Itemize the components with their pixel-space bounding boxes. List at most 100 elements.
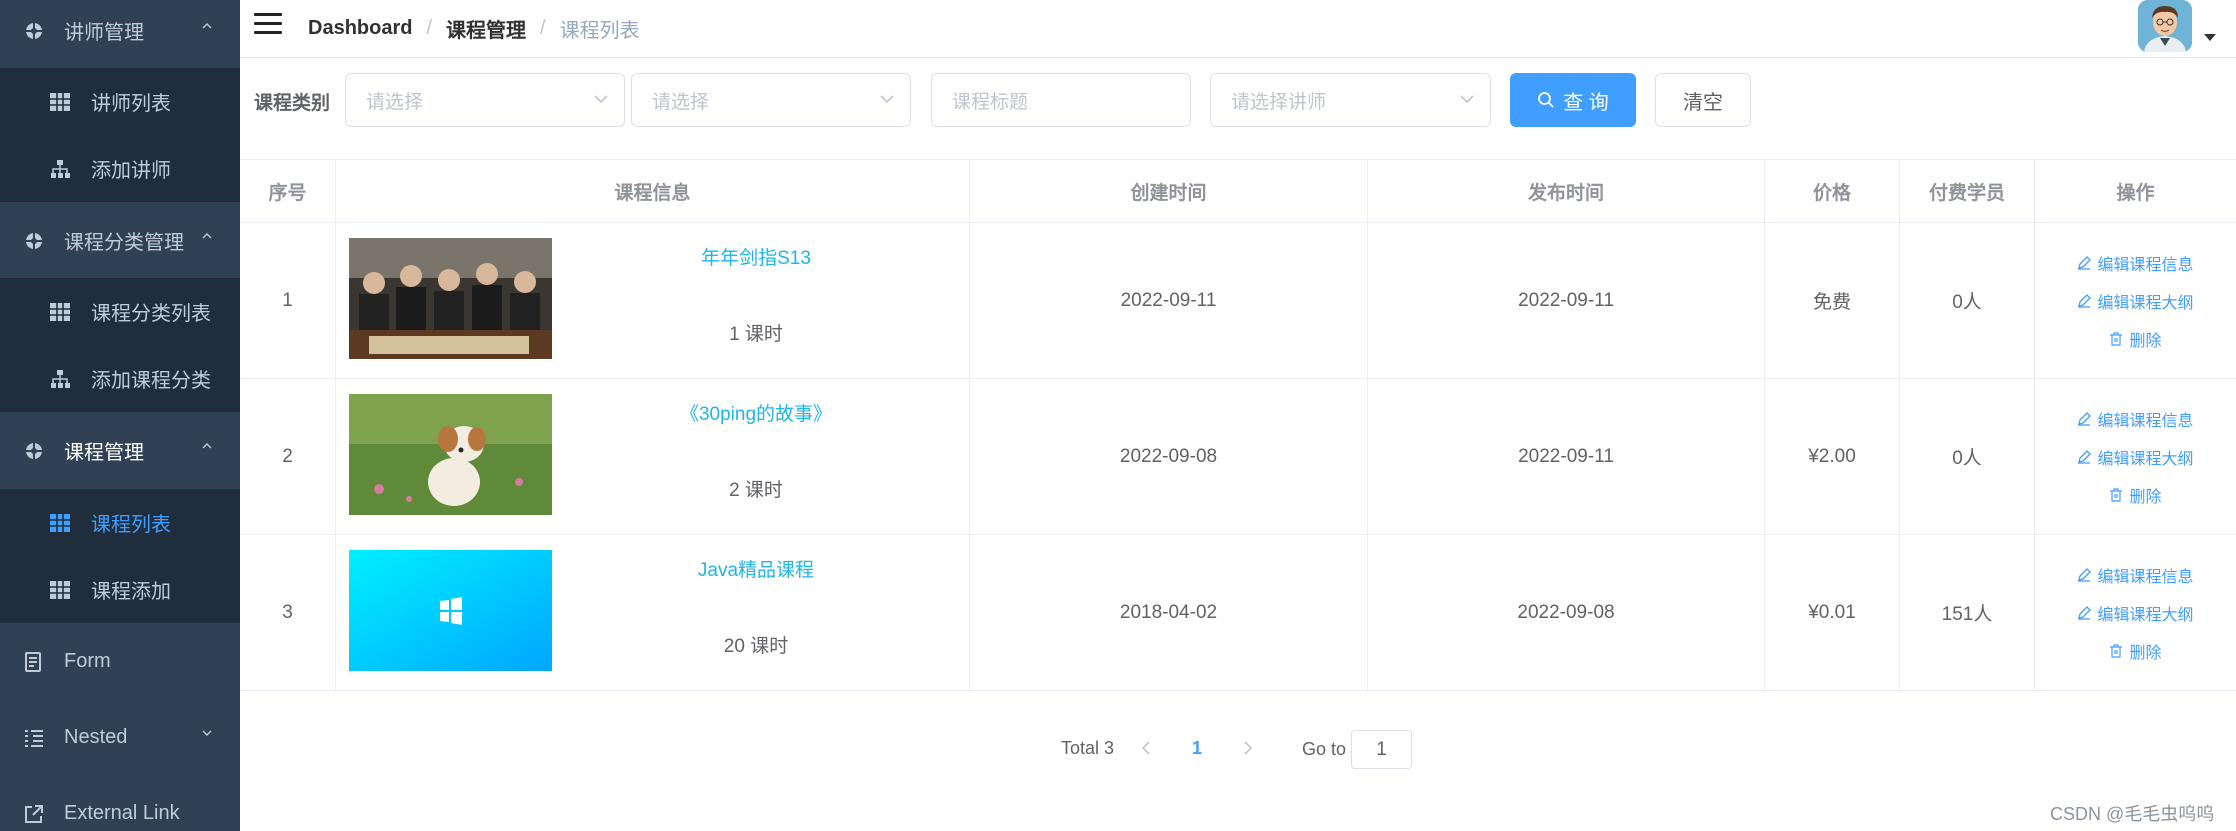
chevron-down-icon <box>880 95 894 104</box>
edit-course-info-button[interactable]: 编辑课程信息 <box>2077 556 2194 594</box>
table-icon <box>50 513 70 533</box>
table-row: 1 年年剑指S13 1 课时 2022-09-11 2022-09-11 免费 … <box>240 223 2236 379</box>
hamburger-icon[interactable] <box>254 13 282 37</box>
query-button[interactable]: 查 询 <box>1510 73 1636 127</box>
sidebar-item-add-teacher[interactable]: 添加讲师 <box>0 135 240 202</box>
column-header-price: 价格 <box>1765 160 1900 223</box>
component-icon <box>24 441 44 461</box>
cell-actions: 编辑课程信息 编辑课程大纲 删除 <box>2035 535 2236 690</box>
clear-button[interactable]: 清空 <box>1655 73 1751 127</box>
edit-course-info-button[interactable]: 编辑课程信息 <box>2077 400 2194 438</box>
course-title-input[interactable]: 课程标题 <box>931 73 1191 127</box>
column-header-actions: 操作 <box>2116 183 2155 204</box>
sidebar-item-course-list[interactable]: 课程列表 <box>0 489 240 556</box>
course-title-link[interactable]: Java精品课程 <box>556 555 956 582</box>
delete-icon <box>2109 331 2123 346</box>
sidebar-item-course-management[interactable]: 课程管理 <box>0 417 240 484</box>
cell-published: 2022-09-11 <box>1368 379 1765 534</box>
edit-icon <box>2077 605 2092 620</box>
sidebar-item-label: 讲师列表 <box>91 93 171 115</box>
cell-index: 3 <box>240 535 336 690</box>
edit-course-outline-label: 编辑课程大纲 <box>2097 294 2194 312</box>
sidebar-item-nested[interactable]: Nested <box>0 704 240 771</box>
sidebar-item-add-category[interactable]: 添加课程分类 <box>0 345 240 412</box>
chevron-right-icon <box>1244 741 1253 755</box>
sidebar-item-category-list[interactable]: 课程分类列表 <box>0 278 240 345</box>
cell-actions: 编辑课程信息 编辑课程大纲 删除 <box>2035 379 2236 534</box>
pagination-prev-button[interactable] <box>1134 734 1158 762</box>
edit-course-outline-button[interactable]: 编辑课程大纲 <box>2077 282 2194 320</box>
component-icon <box>24 21 44 41</box>
sidebar-item-label: 添加讲师 <box>91 160 171 182</box>
link-icon <box>24 804 44 824</box>
pagination-total: Total 3 <box>1061 738 1115 758</box>
delete-button[interactable]: 删除 <box>2109 632 2162 670</box>
chevron-up-icon <box>202 23 212 29</box>
sidebar-item-label: 课程列表 <box>91 514 171 536</box>
table-header: 序号 课程信息 创建时间 发布时间 价格 付费学员 操作 <box>240 159 2236 223</box>
table-icon <box>50 302 70 322</box>
breadcrumb-item-dashboard[interactable]: Dashboard <box>308 17 412 40</box>
avatar[interactable] <box>2138 0 2192 52</box>
select-placeholder: 请选择讲师 <box>1231 91 1327 113</box>
pagination-goto-input[interactable]: 1 <box>1351 730 1412 769</box>
table-row: 2 《30ping的故事》 2 课时 2022-09-08 2022-09-11… <box>240 379 2236 535</box>
pagination-next-button[interactable] <box>1236 734 1260 762</box>
input-placeholder: 课程标题 <box>952 91 1029 113</box>
cell-created: 2018-04-02 <box>970 535 1368 690</box>
pagination-page-1[interactable]: 1 <box>1186 734 1208 762</box>
delete-icon <box>2109 643 2123 658</box>
edit-icon <box>2077 411 2092 426</box>
chevron-down-icon <box>594 95 608 104</box>
delete-button[interactable]: 删除 <box>2109 476 2162 514</box>
table-icon <box>50 580 70 600</box>
cell-students: 0人 <box>1900 379 2035 534</box>
tree-icon <box>50 369 70 389</box>
breadcrumb: Dashboard / 课程管理 / 课程列表 <box>308 14 640 43</box>
table-row: 3 Java精品课程 20 课时 2018-04-02 2022-09-08 ¥… <box>240 535 2236 691</box>
query-button-label: 查 询 <box>1563 91 1609 114</box>
sidebar-item-teacher-list[interactable]: 讲师列表 <box>0 68 240 135</box>
delete-button[interactable]: 删除 <box>2109 320 2162 358</box>
sidebar-item-category-management[interactable]: 课程分类管理 <box>0 207 240 274</box>
cell-created: 2022-09-11 <box>970 223 1368 378</box>
column-header-course-info: 课程信息 <box>336 160 970 223</box>
course-hours: 20 课时 <box>723 636 789 657</box>
edit-course-outline-button[interactable]: 编辑课程大纲 <box>2077 438 2194 476</box>
teacher-select[interactable]: 请选择讲师 <box>1210 73 1491 127</box>
edit-icon <box>2077 567 2092 582</box>
chevron-down-icon <box>202 730 212 736</box>
delete-label: 删除 <box>2129 644 2162 662</box>
component-icon <box>24 231 44 251</box>
watermark: CSDN @毛毛虫呜呜 <box>2050 804 2215 824</box>
select-placeholder: 请选择 <box>652 91 710 113</box>
column-header-index: 序号 <box>240 160 336 223</box>
cell-students: 151人 <box>1900 535 2035 690</box>
sidebar-item-teacher-management[interactable]: 讲师管理 <box>0 0 240 64</box>
edit-course-outline-label: 编辑课程大纲 <box>2097 450 2194 468</box>
edit-icon <box>2077 449 2092 464</box>
course-thumbnail <box>349 394 552 515</box>
sidebar-item-label: 课程分类管理 <box>64 232 184 254</box>
sidebar-item-external-link[interactable]: External Link <box>0 780 240 831</box>
sidebar-item-course-add[interactable]: 课程添加 <box>0 556 240 623</box>
table-icon <box>50 92 70 112</box>
course-title-link[interactable]: 年年剑指S13 <box>556 243 956 270</box>
breadcrumb-item-course-management[interactable]: 课程管理 <box>446 14 526 43</box>
sidebar-item-label: 课程管理 <box>64 442 144 464</box>
caret-down-icon[interactable] <box>2204 34 2216 41</box>
tree-icon <box>50 159 70 179</box>
edit-course-outline-button[interactable]: 编辑课程大纲 <box>2077 594 2194 632</box>
cell-price: 免费 <box>1765 223 1900 378</box>
course-hours: 1 课时 <box>729 324 783 345</box>
edit-course-info-button[interactable]: 编辑课程信息 <box>2077 244 2194 282</box>
navbar: Dashboard / 课程管理 / 课程列表 <box>240 0 2236 58</box>
category2-select[interactable]: 请选择 <box>631 73 911 127</box>
cell-students: 0人 <box>1900 223 2035 378</box>
category1-select[interactable]: 请选择 <box>345 73 625 127</box>
sidebar-item-form[interactable]: Form <box>0 628 240 695</box>
chevron-down-icon <box>1460 95 1474 104</box>
column-header-created: 创建时间 <box>970 160 1368 223</box>
course-title-link[interactable]: 《30ping的故事》 <box>556 399 956 426</box>
sidebar-item-label: External Link <box>64 802 180 824</box>
